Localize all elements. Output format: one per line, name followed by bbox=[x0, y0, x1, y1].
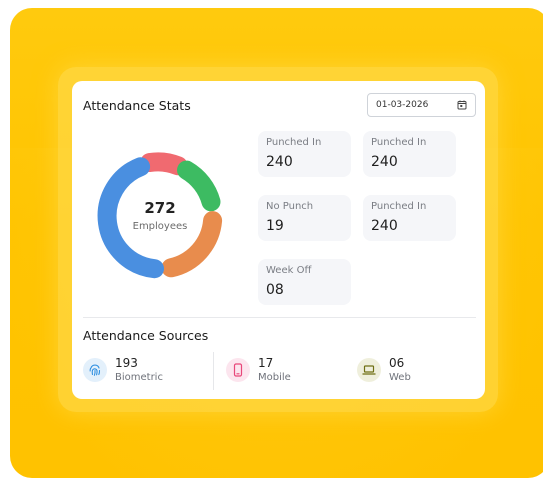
source-value: 17 bbox=[258, 356, 274, 370]
stat-value: 08 bbox=[266, 282, 284, 298]
source-mobile[interactable]: 17 Mobile bbox=[226, 353, 291, 387]
mobile-icon bbox=[226, 358, 250, 382]
stat-label: No Punch bbox=[266, 201, 314, 212]
stat-card-no-punch[interactable]: No Punch 19 bbox=[258, 195, 351, 241]
stat-value: 240 bbox=[371, 218, 398, 234]
fingerprint-icon bbox=[83, 358, 107, 382]
attendance-stats-card: Attendance Stats 01-03-2026 272 Employee… bbox=[72, 81, 485, 399]
calendar-icon[interactable] bbox=[457, 100, 467, 110]
stat-label: Punched In bbox=[371, 137, 427, 148]
stat-card-week-off[interactable]: Week Off 08 bbox=[258, 259, 351, 305]
laptop-icon bbox=[357, 358, 381, 382]
card-title: Attendance Stats bbox=[83, 98, 191, 113]
source-value: 06 bbox=[389, 356, 405, 370]
date-picker[interactable]: 01-03-2026 bbox=[367, 93, 476, 117]
source-biometric[interactable]: 193 Biometric bbox=[83, 353, 163, 387]
source-value: 193 bbox=[115, 356, 138, 370]
stat-card-punched-in[interactable]: Punched In 240 bbox=[258, 131, 351, 177]
stat-value: 240 bbox=[371, 154, 398, 170]
donut-segment-green bbox=[177, 160, 221, 212]
stat-card-punched-in-2[interactable]: Punched In 240 bbox=[363, 131, 456, 177]
stat-value: 19 bbox=[266, 218, 284, 234]
source-label: Web bbox=[389, 372, 411, 383]
employee-total: 272 bbox=[144, 199, 176, 217]
date-value: 01-03-2026 bbox=[376, 100, 429, 110]
stat-label: Punched In bbox=[371, 201, 427, 212]
donut-center: 272 Employees bbox=[92, 199, 228, 232]
sources-title: Attendance Sources bbox=[83, 328, 209, 343]
source-separator bbox=[213, 352, 214, 390]
stat-label: Week Off bbox=[266, 265, 312, 276]
stat-value: 240 bbox=[266, 154, 293, 170]
stat-card-punched-in-3[interactable]: Punched In 240 bbox=[363, 195, 456, 241]
employee-total-label: Employees bbox=[132, 221, 188, 232]
stat-label: Punched In bbox=[266, 137, 322, 148]
source-web[interactable]: 06 Web bbox=[357, 353, 411, 387]
source-label: Mobile bbox=[258, 372, 291, 383]
section-divider bbox=[83, 317, 476, 318]
source-label: Biometric bbox=[115, 372, 163, 383]
donut-segment-red bbox=[140, 152, 188, 176]
